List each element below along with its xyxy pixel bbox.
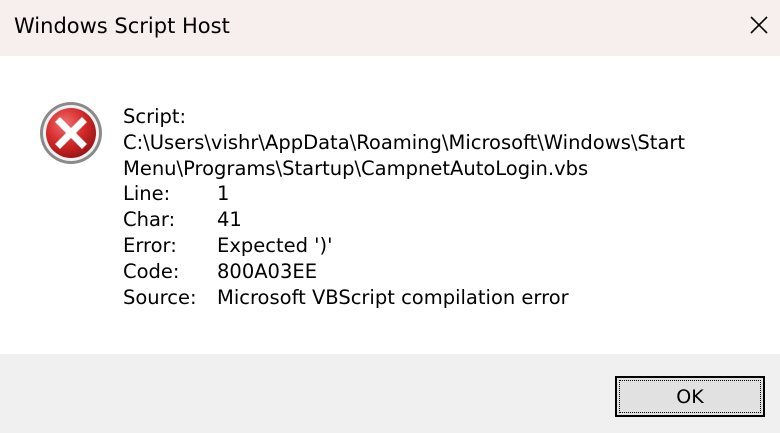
script-path-line-2: Menu\Programs\Startup\CampnetAutoLogin.v… xyxy=(123,156,589,180)
error-value: Expected ')' xyxy=(217,233,333,257)
ok-button[interactable]: OK xyxy=(615,376,765,417)
char-field: Char: 41 xyxy=(123,207,685,233)
char-label: Char: xyxy=(123,208,176,232)
ok-button-label: OK xyxy=(619,380,761,413)
source-value: Microsoft VBScript compilation error xyxy=(217,285,569,309)
window-title: Windows Script Host xyxy=(14,14,230,38)
close-icon xyxy=(750,16,768,34)
script-path-line-1: C:\Users\vishr\AppData\Roaming\Microsoft… xyxy=(123,130,686,154)
source-label: Source: xyxy=(123,285,197,309)
error-label: Error: xyxy=(123,233,177,257)
code-field: Code: 800A03EE xyxy=(123,259,685,285)
title-bar: Windows Script Host xyxy=(0,0,780,56)
line-label: Line: xyxy=(123,182,171,206)
source-field: Source: Microsoft VBScript compilation er… xyxy=(123,285,685,311)
close-button[interactable] xyxy=(738,6,780,44)
script-label: Script: xyxy=(123,105,187,128)
code-value: 800A03EE xyxy=(217,259,318,283)
error-field: Error: Expected ')' xyxy=(123,233,685,259)
line-field: Line: 1 xyxy=(123,181,685,207)
error-message: Script: C:\Users\vishr\AppData\Roaming\M… xyxy=(123,104,685,310)
char-value: 41 xyxy=(217,208,242,232)
code-label: Code: xyxy=(123,259,180,283)
error-icon xyxy=(40,102,102,164)
line-value: 1 xyxy=(217,182,230,206)
